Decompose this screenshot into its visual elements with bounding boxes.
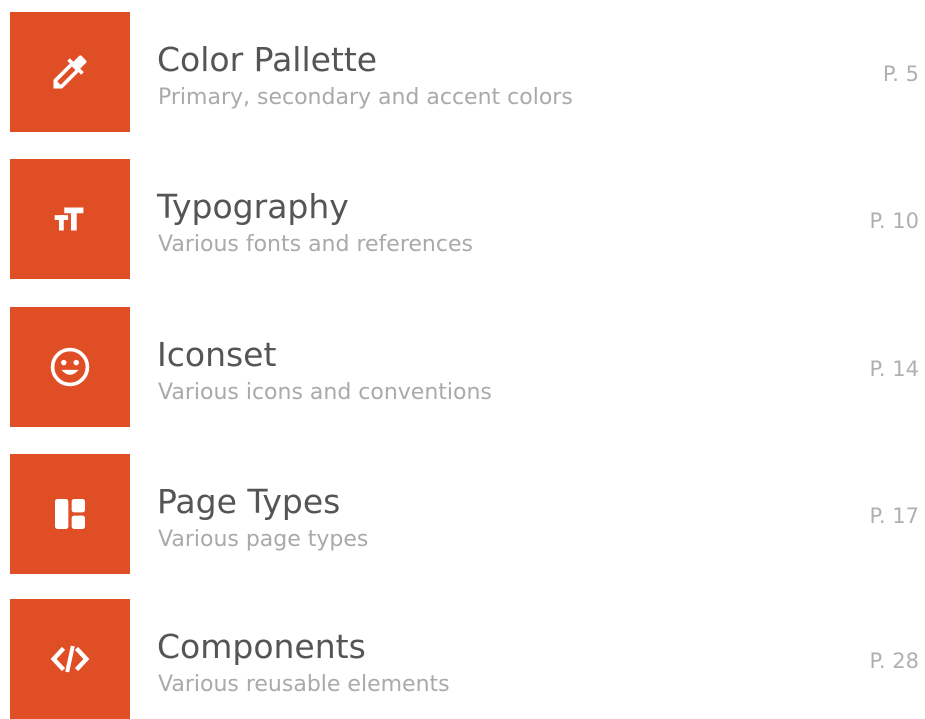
toc-item-page-types[interactable]: Page Types Various page types P. 17 xyxy=(0,454,925,574)
toc-item-icon-tile xyxy=(10,307,130,427)
toc-item-icon-tile xyxy=(10,599,130,719)
toc-item-icon-tile xyxy=(10,159,130,279)
toc-item-iconset[interactable]: Iconset Various icons and conventions P.… xyxy=(0,307,925,427)
code-brackets-icon xyxy=(46,635,94,683)
toc-item-page-number: P. 17 xyxy=(869,504,919,528)
text-size-icon xyxy=(47,196,93,242)
eyedropper-icon xyxy=(48,50,92,94)
toc-item-icon-tile xyxy=(10,454,130,574)
toc-item-page-number: P. 10 xyxy=(869,209,919,233)
toc-item-subtitle: Various fonts and references xyxy=(158,232,473,257)
toc-item-page-number: P. 14 xyxy=(869,357,919,381)
toc-item-title: Page Types xyxy=(157,482,341,521)
toc-item-title: Typography xyxy=(157,187,349,226)
toc-item-subtitle: Various icons and conventions xyxy=(158,380,492,405)
toc-item-components[interactable]: Components Various reusable elements P. … xyxy=(0,599,925,719)
toc-item-title: Color Pallette xyxy=(157,40,378,79)
toc-item-typography[interactable]: Typography Various fonts and references … xyxy=(0,159,925,279)
toc-item-title: Iconset xyxy=(157,335,277,374)
layout-panels-icon xyxy=(50,494,90,534)
toc-item-page-number: P. 28 xyxy=(869,649,919,673)
toc-item-color-pallette[interactable]: Color Pallette Primary, secondary and ac… xyxy=(0,12,925,132)
toc-item-icon-tile xyxy=(10,12,130,132)
toc-item-subtitle: Various page types xyxy=(158,527,369,552)
toc-item-title: Components xyxy=(157,627,366,666)
toc-item-subtitle: Various reusable elements xyxy=(158,672,450,697)
toc-item-page-number: P. 5 xyxy=(882,62,919,86)
smiley-face-icon xyxy=(48,345,92,389)
toc-item-subtitle: Primary, secondary and accent colors xyxy=(158,85,573,110)
